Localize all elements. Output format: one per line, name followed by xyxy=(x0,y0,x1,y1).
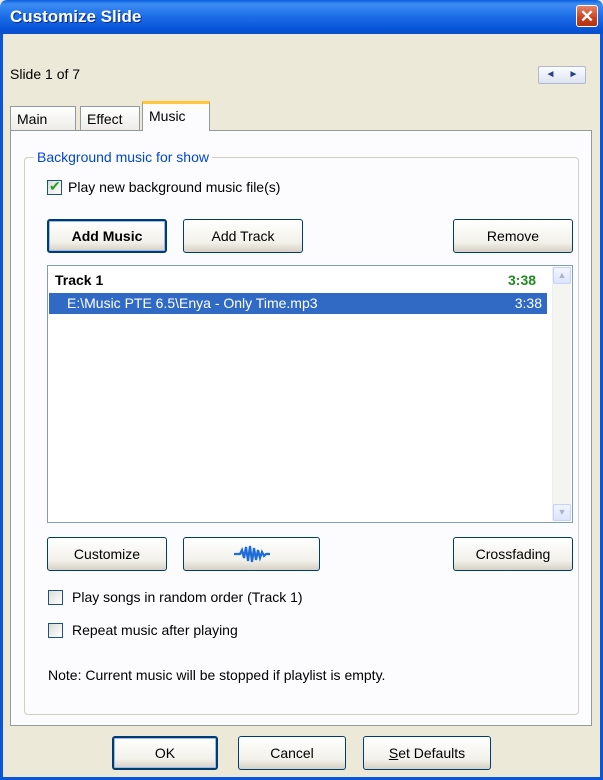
track-title: Track 1 xyxy=(55,272,104,288)
play-new-music-checkbox[interactable] xyxy=(47,178,62,195)
title-bar[interactable]: Customize Slide ✕ xyxy=(0,0,603,34)
crossfading-button[interactable]: Crossfading xyxy=(453,537,573,571)
set-defaults-button[interactable]: Set Defaults xyxy=(363,736,491,770)
tab-main[interactable]: Main xyxy=(10,106,76,131)
window-title: Customize Slide xyxy=(10,7,142,26)
close-button[interactable]: ✕ xyxy=(576,5,598,27)
tab-music[interactable]: Music xyxy=(142,101,210,131)
waveform-button[interactable] xyxy=(183,537,320,571)
playlist-scrollbar[interactable]: ▲ ▼ xyxy=(552,267,571,521)
track-duration: 3:38 xyxy=(508,272,537,288)
ok-button[interactable]: OK xyxy=(112,736,218,770)
cancel-button[interactable]: Cancel xyxy=(238,736,346,770)
add-track-button[interactable]: Add Track xyxy=(183,219,303,253)
random-order-label[interactable]: Play songs in random order (Track 1) xyxy=(72,589,303,605)
slide-nav: ◄ ► xyxy=(538,66,586,84)
set-defaults-accelerator: S xyxy=(388,745,399,761)
slide-counter: Slide 1 of 7 xyxy=(10,66,81,82)
play-new-music-label[interactable]: Play new background music file(s) xyxy=(68,179,280,195)
repeat-music-checkbox[interactable] xyxy=(48,623,63,638)
customize-button[interactable]: Customize xyxy=(47,537,167,571)
scroll-up-button[interactable]: ▲ xyxy=(553,267,571,284)
add-music-button[interactable]: Add Music xyxy=(47,219,167,253)
group-legend: Background music for show xyxy=(34,149,212,165)
list-item-duration: 3:38 xyxy=(514,295,542,311)
waveform-icon xyxy=(233,545,270,563)
repeat-music-label[interactable]: Repeat music after playing xyxy=(72,622,238,638)
window-frame-left xyxy=(0,34,3,780)
next-slide-button[interactable]: ► xyxy=(562,67,585,83)
tab-effect[interactable]: Effect xyxy=(80,106,140,131)
list-item-name: E:\Music PTE 6.5\Enya - Only Time.mp3 xyxy=(67,295,318,311)
set-defaults-label: et Defaults xyxy=(398,745,466,761)
scroll-down-button[interactable]: ▼ xyxy=(553,504,571,521)
playlist-box[interactable]: Track 1 3:38 E:\Music PTE 6.5\Enya - Onl… xyxy=(47,265,573,523)
remove-button[interactable]: Remove xyxy=(453,219,573,253)
empty-playlist-note: Note: Current music will be stopped if p… xyxy=(48,667,386,683)
list-item[interactable]: E:\Music PTE 6.5\Enya - Only Time.mp3 3:… xyxy=(49,293,547,314)
random-order-checkbox[interactable] xyxy=(48,590,63,605)
previous-slide-button[interactable]: ◄ xyxy=(539,67,562,83)
